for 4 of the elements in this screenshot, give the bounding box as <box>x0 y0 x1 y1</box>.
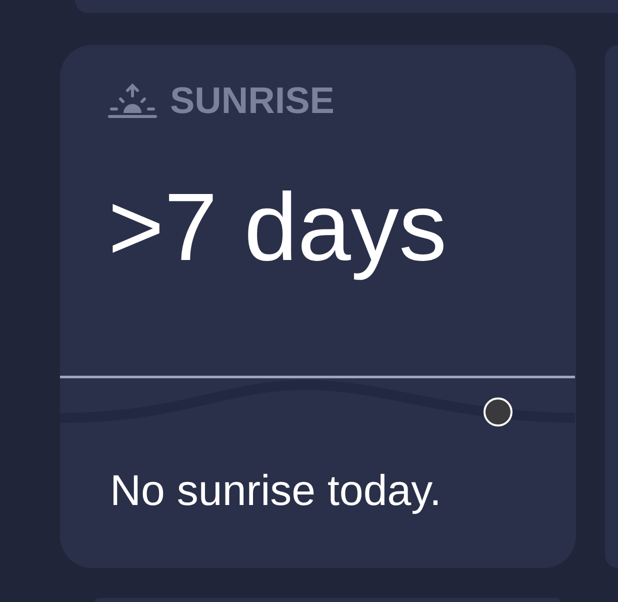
sunrise-icon <box>108 82 157 118</box>
sun-marker-icon <box>484 398 512 426</box>
caption-text: No sunrise today. <box>110 470 442 513</box>
card-title: SUNRISE <box>170 82 334 119</box>
